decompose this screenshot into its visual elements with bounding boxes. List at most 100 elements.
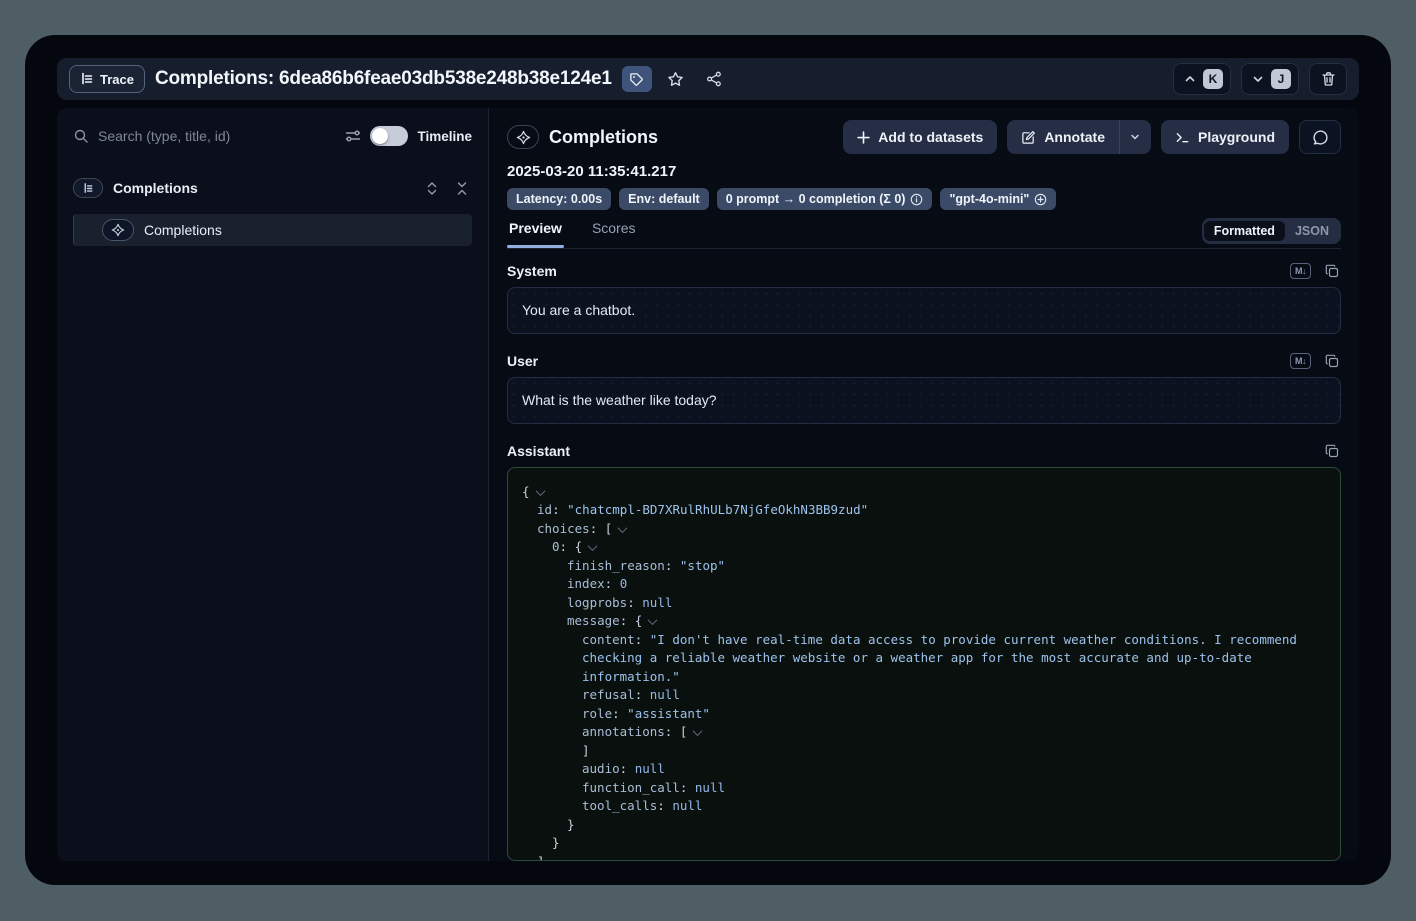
expand-all-button[interactable] — [422, 178, 442, 198]
trace-tree-sidebar: Search (type, title, id) Timeline — [57, 108, 489, 861]
unfold-more-icon — [425, 181, 439, 196]
copy-button[interactable] — [1323, 352, 1341, 370]
system-section-header: System M↓ — [507, 262, 1341, 280]
tree-child-label: Completions — [144, 222, 222, 238]
tag-button[interactable] — [622, 66, 652, 92]
generation-icon — [516, 130, 531, 145]
trace-tree-icon — [82, 182, 95, 195]
trace-tree-icon — [80, 72, 94, 86]
copy-icon — [1325, 354, 1339, 368]
tree-root-label: Completions — [113, 180, 198, 196]
tabs-row: Preview Scores Formatted JSON — [507, 218, 1341, 249]
shortcut-key-k: K — [1203, 69, 1223, 89]
unfold-less-icon — [455, 181, 469, 196]
plus-icon — [857, 131, 870, 144]
annotate-dropdown-button[interactable] — [1119, 120, 1151, 154]
collapse-chevron-icon[interactable] — [693, 726, 703, 736]
plus-circle-icon — [1034, 193, 1047, 206]
badge-label: 0 prompt → 0 completion (Σ 0) — [726, 192, 906, 206]
next-trace-button[interactable]: J — [1241, 63, 1299, 95]
chevron-down-icon — [1252, 73, 1264, 85]
system-label: System — [507, 263, 1290, 279]
json-line: } — [522, 834, 1326, 853]
edit-icon — [1021, 130, 1036, 145]
search-icon — [73, 128, 89, 144]
collapse-chevron-icon[interactable] — [535, 486, 545, 496]
annotate-split-button: Annotate — [1007, 120, 1151, 154]
previous-trace-button[interactable]: K — [1173, 63, 1231, 95]
shortcut-key-j: J — [1271, 69, 1291, 89]
system-message: You are a chatbot. — [507, 287, 1341, 334]
share-button[interactable] — [700, 66, 728, 92]
observation-header: Completions Add to datasets Annotate — [507, 120, 1341, 154]
metadata-badge[interactable]: 0 prompt → 0 completion (Σ 0) — [717, 188, 933, 210]
badge-label: Env: default — [628, 192, 700, 206]
user-message: What is the weather like today? — [507, 377, 1341, 424]
json-line: function_call: null — [522, 779, 1326, 798]
search-input[interactable]: Search (type, title, id) — [98, 128, 336, 144]
metadata-badge[interactable]: Latency: 0.00s — [507, 188, 611, 210]
markdown-toggle-icon[interactable]: M↓ — [1290, 263, 1311, 279]
metadata-badge[interactable]: "gpt-4o-mini" — [940, 188, 1056, 210]
user-label: User — [507, 353, 1290, 369]
formatted-view-option[interactable]: Formatted — [1204, 221, 1285, 241]
trace-type-badge: Trace — [69, 65, 145, 93]
json-line: finish_reason: "stop" — [522, 557, 1326, 576]
badge-label: "gpt-4o-mini" — [949, 192, 1029, 206]
add-to-datasets-button[interactable]: Add to datasets — [843, 120, 997, 154]
annotate-button[interactable]: Annotate — [1007, 120, 1119, 154]
json-line: role: "assistant" — [522, 705, 1326, 724]
playground-button[interactable]: Playground — [1161, 120, 1289, 154]
json-line: refusal: null — [522, 686, 1326, 705]
json-line: { — [522, 483, 1326, 502]
delete-trace-button[interactable] — [1309, 63, 1347, 95]
assistant-json-viewer: {id: "chatcmpl-BD7XRulRhULb7NjGfeOkhN3BB… — [507, 467, 1341, 861]
json-line: ] — [522, 742, 1326, 761]
copy-icon — [1325, 264, 1339, 278]
collapse-chevron-icon[interactable] — [588, 541, 598, 551]
copy-button[interactable] — [1323, 442, 1341, 460]
json-line: 0: { — [522, 538, 1326, 557]
view-mode-toggle: Formatted JSON — [1202, 218, 1341, 244]
json-view-option[interactable]: JSON — [1285, 221, 1339, 241]
json-line: audio: null — [522, 760, 1326, 779]
toggle-knob — [372, 128, 388, 144]
trace-title: Completions: 6dea86b6feae03db538e248b38e… — [155, 68, 612, 90]
json-line: ] — [522, 853, 1326, 861]
collapse-chevron-icon[interactable] — [618, 523, 628, 533]
json-line: tool_calls: null — [522, 797, 1326, 816]
search-row: Search (type, title, id) Timeline — [73, 122, 472, 150]
content-area: Search (type, title, id) Timeline — [57, 108, 1359, 861]
json-line: choices: [ — [522, 520, 1326, 539]
trash-icon — [1321, 71, 1336, 87]
generation-badge — [102, 219, 134, 241]
filter-settings-icon[interactable] — [345, 128, 361, 144]
json-line: } — [522, 816, 1326, 835]
copy-button[interactable] — [1323, 262, 1341, 280]
trace-tree-badge — [73, 178, 103, 198]
comments-button[interactable] — [1299, 120, 1341, 154]
collapse-chevron-icon[interactable] — [648, 615, 658, 625]
tab-preview[interactable]: Preview — [507, 218, 564, 248]
timeline-label: Timeline — [417, 129, 472, 144]
json-line: annotations: [ — [522, 723, 1326, 742]
tab-scores[interactable]: Scores — [590, 218, 638, 248]
tree-item-completions-generation[interactable]: Completions — [73, 214, 472, 246]
json-line: message: { — [522, 612, 1326, 631]
assistant-section-header: Assistant — [507, 442, 1341, 460]
tag-icon — [629, 72, 644, 87]
json-line: index: 0 — [522, 575, 1326, 594]
timeline-toggle[interactable] — [370, 126, 408, 146]
tree-item-trace-root[interactable]: Completions — [73, 176, 472, 200]
assistant-label: Assistant — [507, 443, 1323, 459]
metadata-badge[interactable]: Env: default — [619, 188, 709, 210]
collapse-all-button[interactable] — [452, 178, 472, 198]
info-icon — [910, 193, 923, 206]
star-icon — [667, 71, 684, 88]
json-line: content: "I don't have real-time data ac… — [522, 631, 1326, 687]
favorite-button[interactable] — [662, 66, 690, 92]
markdown-toggle-icon[interactable]: M↓ — [1290, 353, 1311, 369]
trace-detail-window: Trace Completions: 6dea86b6feae03db538e2… — [25, 35, 1391, 885]
terminal-icon — [1175, 130, 1190, 145]
json-line: id: "chatcmpl-BD7XRulRhULb7NjGfeOkhN3BB9… — [522, 501, 1326, 520]
